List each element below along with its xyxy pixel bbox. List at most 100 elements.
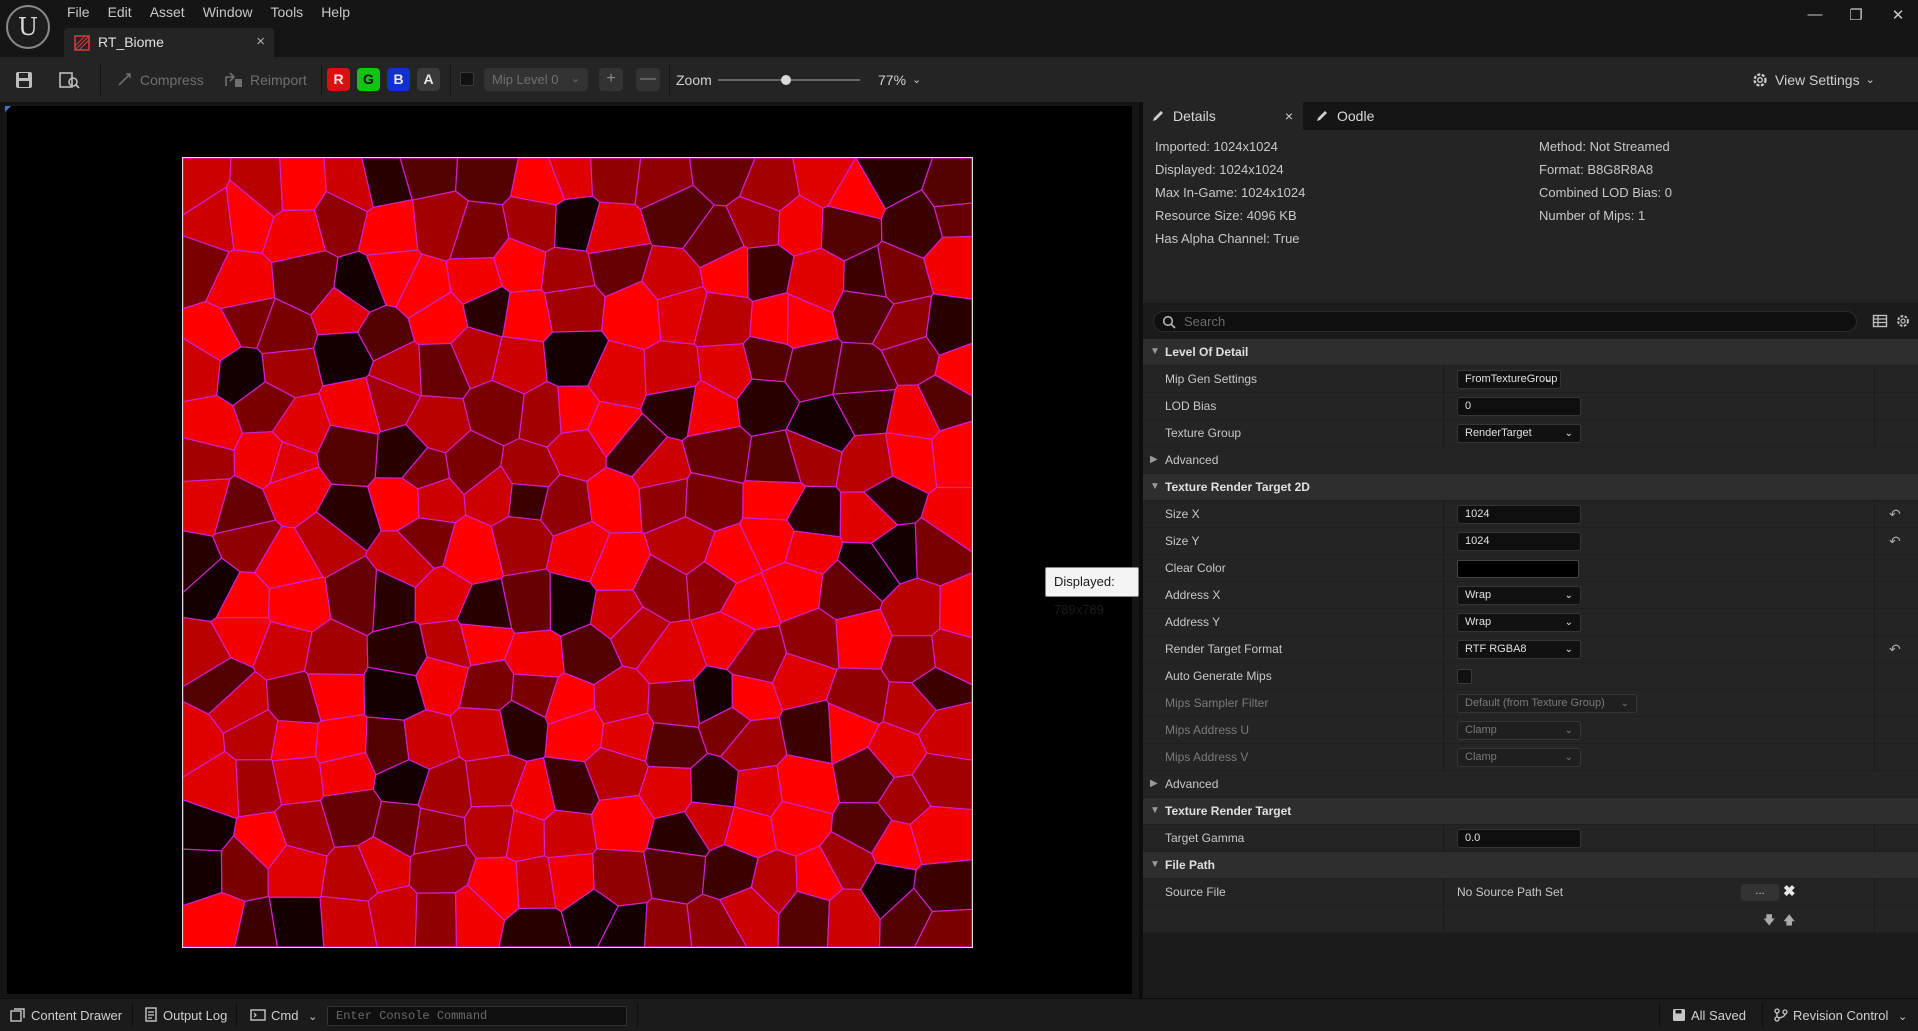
toolbar: Compress Reimport R G B A Mip Level 0 ⌄ +… (0, 57, 1918, 102)
texture-viewport[interactable]: Displayed: 789x789 (0, 102, 1139, 998)
compress-button[interactable]: Compress (116, 57, 204, 102)
voronoi-cell (463, 804, 515, 859)
search-placeholder: Search (1184, 314, 1226, 329)
browse-asset-icon[interactable] (58, 57, 80, 102)
menu-file[interactable]: File (58, 0, 99, 24)
red-channel-toggle[interactable]: R (327, 68, 350, 91)
info-max-in-game: Max In-Game: 1024x1024 (1155, 185, 1306, 200)
console-command-input[interactable]: Enter Console Command (327, 1006, 627, 1026)
zoom-dropdown[interactable]: 77% ⌄ (878, 57, 921, 102)
clear-path-icon[interactable]: ✖ (1783, 882, 1796, 900)
column-divider (1443, 663, 1444, 690)
revision-control-button[interactable]: Revision Control ⌄ (1774, 999, 1907, 1031)
restore-button[interactable]: ❐ (1846, 6, 1866, 24)
alpha-channel-toggle[interactable]: A (417, 68, 440, 91)
property-label: Mip Gen Settings (1165, 372, 1258, 386)
viewport-canvas[interactable] (7, 106, 1132, 994)
tab-details[interactable]: Details × (1143, 102, 1303, 130)
property-label: Address X (1165, 588, 1221, 602)
output-log-button[interactable]: Output Log (144, 999, 227, 1031)
voronoi-cell (367, 884, 418, 947)
advanced-section[interactable]: ▶ Advanced (1143, 447, 1918, 474)
reset-to-default-icon[interactable]: ↶ (1889, 641, 1901, 658)
expanded-arrow-icon[interactable]: ▼ (1150, 805, 1160, 816)
mip-level-dropdown[interactable]: Mip Level 0 ⌄ (484, 68, 588, 91)
settings-gear-icon[interactable] (1895, 313, 1911, 329)
browse-file-button[interactable]: ... (1741, 884, 1779, 901)
texture-group-dropdown[interactable]: RenderTarget ⌄ (1457, 424, 1581, 443)
unreal-logo-icon[interactable]: U (6, 5, 50, 49)
all-saved-button[interactable]: All Saved (1672, 999, 1746, 1031)
property-label: Size Y (1165, 534, 1200, 548)
size-x-input[interactable]: 1024 (1457, 505, 1581, 524)
asset-tab[interactable]: RT_Biome × (64, 28, 274, 57)
tab-details-close-icon[interactable]: × (1285, 102, 1293, 130)
menu-tools[interactable]: Tools (262, 0, 313, 24)
content-drawer-icon (10, 1008, 25, 1022)
table-view-icon[interactable] (1872, 313, 1888, 329)
reset-to-default-icon[interactable]: ↶ (1889, 506, 1901, 523)
menu-edit[interactable]: Edit (99, 0, 141, 24)
details-panel: Details × Oodle Imported: 1024x1024 Disp… (1139, 102, 1918, 998)
mips-address-u-dropdown[interactable]: Clamp ⌄ (1457, 721, 1581, 740)
lod-bias-input[interactable]: 0 (1457, 397, 1581, 416)
green-channel-toggle[interactable]: G (357, 68, 380, 91)
advanced-section[interactable]: ▶ Advanced (1143, 771, 1918, 798)
content-drawer-label: Content Drawer (31, 1008, 123, 1023)
compress-label: Compress (140, 71, 204, 88)
property-label: Auto Generate Mips (1165, 669, 1272, 683)
category-texture-render-target[interactable]: ▼ Texture Render Target (1143, 798, 1918, 825)
size-y-input[interactable]: 1024 (1457, 532, 1581, 551)
arrow-up-icon[interactable]: 🡅 (1783, 911, 1795, 932)
pencil-icon (1153, 111, 1163, 121)
mip-increase-button[interactable]: + (599, 68, 623, 91)
mip-level-checkbox[interactable] (460, 72, 474, 86)
viewport-corner-marker (5, 106, 11, 112)
mips-address-v-dropdown[interactable]: Clamp ⌄ (1457, 748, 1581, 767)
reset-to-default-icon[interactable]: ↶ (1889, 533, 1901, 550)
render-target-format-dropdown[interactable]: RTF RGBA8 ⌄ (1457, 640, 1581, 659)
cmd-dropdown[interactable]: Cmd ⌄ (250, 999, 317, 1031)
mips-sampler-filter-dropdown[interactable]: Default (from Texture Group) ⌄ (1457, 694, 1637, 713)
arrow-down-icon[interactable]: 🡇 (1763, 911, 1775, 932)
property-list: ▼ Level Of Detail Mip Gen Settings FromText… (1143, 339, 1918, 933)
reimport-label: Reimport (250, 71, 307, 88)
expanded-arrow-icon[interactable]: ▼ (1150, 859, 1160, 870)
address-y-dropdown[interactable]: Wrap ⌄ (1457, 613, 1581, 632)
collapsed-arrow-icon[interactable]: ▶ (1150, 454, 1158, 465)
details-search-input[interactable]: Search (1153, 311, 1857, 332)
zoom-slider-handle[interactable] (781, 75, 792, 85)
address-x-dropdown[interactable]: Wrap ⌄ (1457, 586, 1581, 605)
property-row-target-gamma: Target Gamma 0.0 (1143, 825, 1918, 852)
property-label: Mips Address V (1165, 750, 1249, 764)
column-divider (1874, 717, 1875, 744)
asset-tab-close-icon[interactable]: × (256, 33, 265, 50)
collapsed-arrow-icon[interactable]: ▶ (1150, 778, 1158, 789)
info-resource-size: Resource Size: 4096 KB (1155, 208, 1297, 223)
menu-asset[interactable]: Asset (141, 0, 194, 24)
auto-generate-mips-checkbox[interactable] (1457, 669, 1472, 684)
voronoi-cell (270, 719, 320, 762)
close-window-button[interactable]: ✕ (1888, 6, 1908, 24)
zoom-slider[interactable] (718, 75, 860, 85)
expanded-arrow-icon[interactable]: ▼ (1150, 481, 1160, 492)
category-level-of-detail[interactable]: ▼ Level Of Detail (1143, 339, 1918, 366)
content-drawer-button[interactable]: Content Drawer (10, 999, 122, 1031)
column-divider (1874, 366, 1875, 393)
view-settings-button[interactable]: View Settings ⌄ (1751, 57, 1875, 102)
minimize-button[interactable]: — (1805, 6, 1825, 23)
menu-window[interactable]: Window (194, 0, 262, 24)
target-gamma-input[interactable]: 0.0 (1457, 829, 1581, 848)
tab-oodle[interactable]: Oodle (1309, 102, 1374, 130)
mip-gen-settings-dropdown[interactable]: FromTextureGroup ⌄ (1457, 370, 1561, 389)
menu-help[interactable]: Help (312, 0, 359, 24)
expanded-arrow-icon[interactable]: ▼ (1150, 346, 1160, 357)
save-icon[interactable] (14, 57, 34, 102)
blue-channel-toggle[interactable]: B (387, 68, 410, 91)
mip-decrease-button[interactable]: — (636, 68, 660, 91)
reimport-button[interactable]: Reimport (224, 57, 307, 102)
category-texture-render-target-2d[interactable]: ▼ Texture Render Target 2D (1143, 474, 1918, 501)
category-file-path[interactable]: ▼ File Path (1143, 852, 1918, 879)
column-divider (1874, 528, 1875, 555)
clear-color-swatch[interactable] (1457, 560, 1579, 578)
